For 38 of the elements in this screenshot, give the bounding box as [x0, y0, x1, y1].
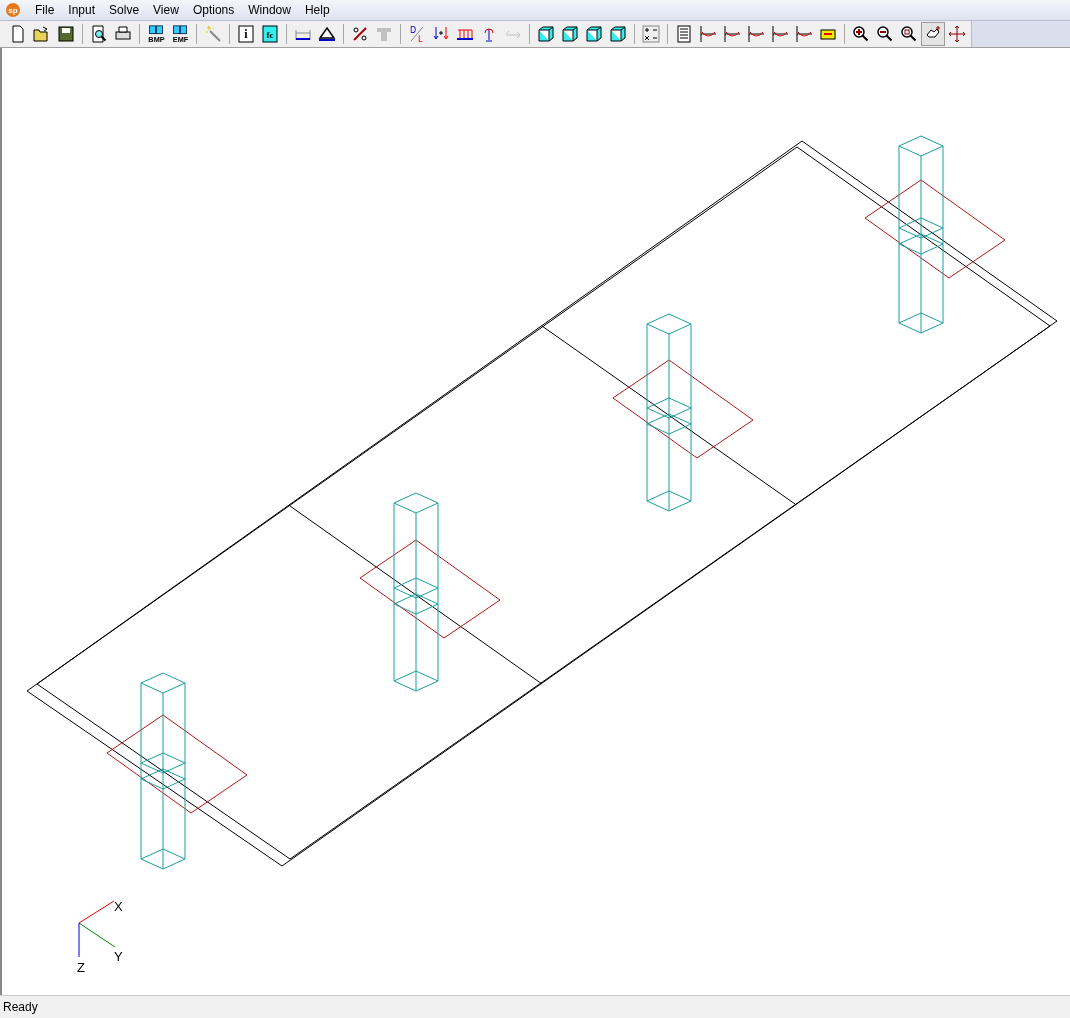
magic-wand-icon	[204, 25, 222, 43]
menu-item[interactable]: Window	[241, 3, 298, 17]
status-text: Ready	[3, 1000, 38, 1014]
cube-icon	[609, 25, 627, 43]
toolbar-button[interactable]	[921, 22, 945, 46]
axis-label: Y	[114, 949, 123, 964]
diagram-icon	[771, 25, 789, 43]
cube-icon	[585, 25, 603, 43]
folder-icon	[33, 25, 51, 43]
calculator-icon	[642, 25, 660, 43]
menu-item[interactable]: View	[146, 3, 186, 17]
menu-item[interactable]: File	[28, 3, 62, 17]
printer-icon	[114, 25, 132, 43]
menu-item[interactable]: Solve	[102, 3, 147, 17]
move-icon	[948, 25, 966, 43]
axis-triad-icon	[78, 900, 116, 958]
cube-icon	[537, 25, 555, 43]
hatch-icon	[351, 25, 369, 43]
report-icon	[675, 25, 693, 43]
diagram-icon	[795, 25, 813, 43]
menu-item[interactable]: Help	[297, 3, 337, 17]
menu-item[interactable]: Input	[61, 3, 103, 17]
axis-label: X	[114, 899, 123, 914]
preview-icon	[90, 25, 108, 43]
save-icon	[57, 25, 75, 43]
app-logo: sp	[6, 3, 20, 17]
zoom-out-icon	[876, 25, 894, 43]
new-file-icon	[9, 25, 27, 43]
zoom-window-icon	[900, 25, 918, 43]
support-icon	[318, 25, 336, 43]
menu-item[interactable]: Options	[185, 3, 242, 17]
axis-label: Z	[77, 960, 85, 975]
diagram-icon	[723, 25, 741, 43]
zoom-in-icon	[852, 25, 870, 43]
diagram-icon	[699, 25, 717, 43]
diagram-icon	[747, 25, 765, 43]
cube-icon	[561, 25, 579, 43]
t-beam-icon	[375, 25, 393, 43]
